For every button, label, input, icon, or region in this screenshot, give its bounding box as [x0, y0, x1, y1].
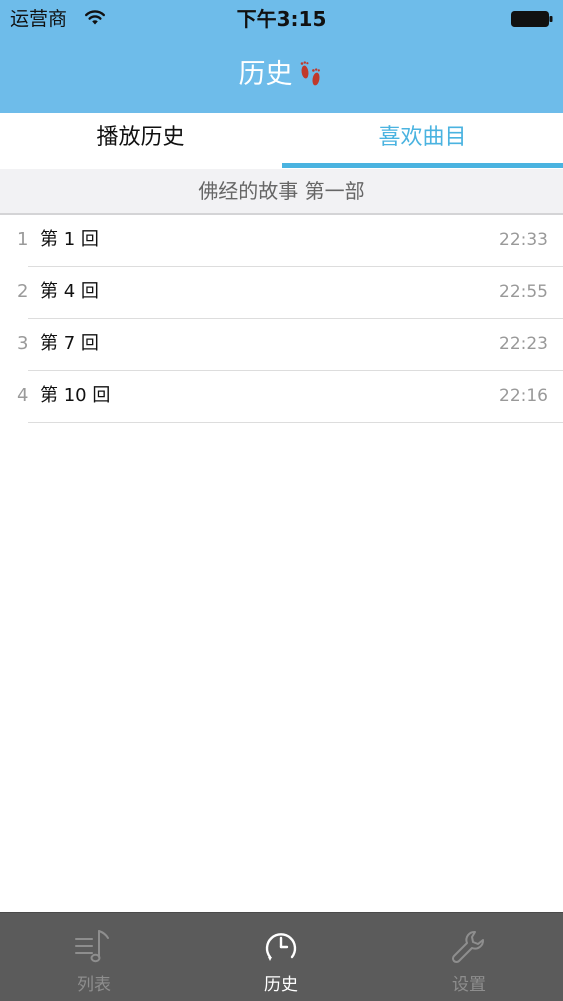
tabbar-label-history: 历史 [264, 975, 298, 995]
tabbar-item-list[interactable]: 列表 [0, 913, 188, 1001]
list-item[interactable]: 4 第 10 回 22:16 [0, 371, 563, 423]
clock-icon [265, 933, 297, 961]
list-item[interactable]: 3 第 7 回 22:23 [0, 319, 563, 371]
track-index: 1 [17, 229, 29, 250]
tabbar-item-settings[interactable]: 设置 [375, 913, 563, 1001]
status-bar: 运营商 下午3:15 [0, 0, 563, 38]
page-title: 历史 [238, 59, 293, 90]
track-duration: 22:33 [499, 230, 548, 250]
status-time: 下午3:15 [236, 7, 327, 31]
section-header: 佛经的故事 第一部 [0, 169, 563, 215]
row-divider [28, 422, 563, 423]
footprint-icon [300, 61, 320, 86]
track-index: 4 [17, 385, 29, 406]
track-duration: 22:23 [499, 334, 548, 354]
track-list: 1 第 1 回 22:33 2 第 4 回 22:55 3 第 7 回 22:2… [0, 215, 563, 423]
tabbar-item-history[interactable]: 历史 [187, 913, 375, 1001]
track-title: 第 10 回 [40, 385, 111, 406]
track-index: 2 [17, 281, 29, 302]
tabbar-label-settings: 设置 [452, 975, 486, 995]
bottom-tab-bar: 列表 历史 设置 [0, 912, 563, 1001]
nav-title-area: 历史 [0, 50, 563, 100]
list-item[interactable]: 2 第 4 回 22:55 [0, 267, 563, 319]
tab-favorite-tracks[interactable]: 喜欢曲目 [282, 113, 563, 169]
wrench-icon [451, 931, 484, 964]
tabbar-label-list: 列表 [77, 975, 111, 995]
history-tabs: 播放历史 喜欢曲目 [0, 113, 563, 169]
track-title: 第 1 回 [40, 229, 99, 250]
track-index: 3 [17, 333, 29, 354]
list-item[interactable]: 1 第 1 回 22:33 [0, 215, 563, 267]
active-tab-indicator [282, 163, 563, 168]
track-duration: 22:55 [499, 282, 548, 302]
navigation-header: 运营商 下午3:15 历史 [0, 0, 563, 113]
track-title: 第 7 回 [40, 333, 99, 354]
track-duration: 22:16 [499, 386, 548, 406]
track-title: 第 4 回 [40, 281, 99, 302]
music-list-icon [75, 930, 109, 963]
tab-play-history[interactable]: 播放历史 [0, 113, 281, 169]
battery-icon [511, 11, 553, 27]
